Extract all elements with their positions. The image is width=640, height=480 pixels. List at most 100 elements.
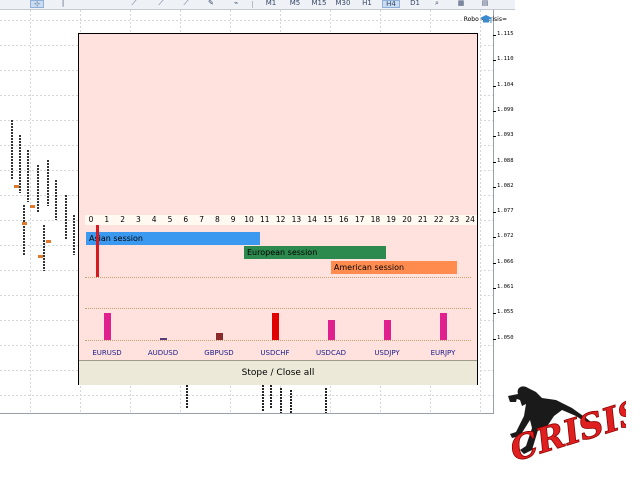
- hour-label: 21: [418, 215, 428, 224]
- crosshair-tool-button[interactable]: ⊹: [30, 0, 44, 8]
- trade-mark: [43, 225, 45, 271]
- trade-mark: [23, 205, 25, 255]
- hour-label: 5: [167, 215, 173, 224]
- crisis-logo: CRISIS: [505, 386, 626, 470]
- timeframe-d1-button[interactable]: D1: [406, 0, 424, 8]
- strength-bar-usdchf: [272, 312, 279, 340]
- trade-mark: [65, 195, 67, 239]
- trade-mark: [290, 390, 292, 413]
- hour-label: 13: [291, 215, 302, 224]
- hour-label: 15: [323, 215, 333, 224]
- price-label: 1.066: [497, 258, 514, 265]
- terminal-toolbar: ⊹ | ⟋ ⟋ ⟋ ✎ ⌁ M1 M5 M15 M30 H1 H4 D1 ⌕ ▦ ▤: [0, 0, 515, 10]
- hour-label: 12: [275, 215, 286, 224]
- price-label: 1.088: [497, 157, 514, 164]
- trade-arrow: [46, 240, 51, 243]
- price-scale: 1.115 1.110 1.104 1.099 1.093 1.088 1.082 1.077…: [493, 10, 523, 413]
- timeframe-h1-button[interactable]: H1: [358, 0, 376, 8]
- hour-label: 20: [402, 215, 412, 224]
- trade-arrow: [30, 205, 35, 208]
- price-tick: [493, 110, 496, 112]
- price-label: 1.072: [497, 233, 514, 240]
- guide-line: [85, 340, 471, 341]
- hour-label: 11: [260, 215, 270, 224]
- symbol-label-audusd: AUDUSD: [147, 349, 179, 357]
- price-label: 1.099: [497, 106, 514, 113]
- channel-tool-button[interactable]: ⟋: [155, 0, 167, 8]
- grid-icon[interactable]: ▦: [456, 0, 466, 8]
- price-label: 1.061: [497, 284, 514, 290]
- strength-bar-usdjpy: [384, 320, 391, 340]
- session-strength-panel: 0 1 2 3 4 5 6 7 8 9 10 11 12 13 14 15 16 17 18 19 20 21 22 23 24…: [78, 33, 478, 385]
- strength-bar-usdcad: [328, 320, 335, 340]
- hour-label: 16: [339, 215, 349, 224]
- stop-close-all-button[interactable]: Stope / Close all: [79, 360, 477, 385]
- timeframe-h4-button[interactable]: H4: [382, 0, 400, 8]
- price-label: 1.110: [497, 56, 514, 63]
- trade-mark: [47, 160, 49, 206]
- hour-label: 24: [465, 215, 475, 224]
- trade-mark: [186, 382, 188, 408]
- trendline-tool-button[interactable]: ⟋: [128, 0, 140, 8]
- timeframe-m30-button[interactable]: M30: [334, 0, 352, 8]
- price-tick: [493, 85, 496, 87]
- price-tick: [493, 212, 496, 214]
- hour-label: 0: [88, 215, 94, 224]
- price-tick: [493, 186, 496, 188]
- arrow-tool-button[interactable]: ⌁: [230, 0, 242, 8]
- price-label: 1.055: [497, 309, 514, 316]
- strength-bar-eurjpy: [440, 312, 447, 340]
- symbol-label-usdjpy: USDJPY: [374, 349, 400, 357]
- timeframe-m15-button[interactable]: M15: [310, 0, 328, 8]
- symbol-label-eurjpy: EURJPY: [430, 349, 456, 357]
- session-bar: European session: [244, 246, 387, 259]
- symbol-label-gbpusd: GBPUSD: [204, 349, 234, 357]
- price-tick: [493, 35, 496, 36]
- hour-label: 9: [230, 215, 236, 224]
- strength-bar-audusd: [160, 338, 167, 340]
- hour-label: 14: [307, 215, 317, 224]
- line-tool-button[interactable]: |: [58, 0, 68, 8]
- trade-mark: [280, 388, 282, 413]
- text-tool-button[interactable]: ✎: [205, 0, 217, 8]
- hours-scale: 0 1 2 3 4 5 6 7 8 9 10 11 12 13 14 15 16 17 18 19 20 21 22 23 24: [85, 215, 477, 225]
- trade-mark: [37, 165, 39, 213]
- hour-label: 22: [433, 215, 444, 224]
- hour-label: 3: [136, 215, 141, 224]
- timeframe-m5-button[interactable]: M5: [286, 0, 304, 8]
- hour-label: 7: [199, 215, 204, 224]
- symbol-label-usdcad: USDCAD: [315, 349, 347, 357]
- price-tick: [493, 237, 496, 239]
- trade-arrow: [14, 185, 19, 188]
- price-label: 1.093: [497, 132, 514, 139]
- price-label: 1.082: [497, 182, 514, 189]
- template-icon[interactable]: ▤: [480, 0, 490, 8]
- symbol-label-eurusd: EURUSD: [92, 349, 122, 357]
- zoom-in-icon[interactable]: ⌕: [432, 0, 442, 8]
- strength-bar-gbpusd: [216, 332, 223, 340]
- guide-line: [85, 308, 471, 309]
- price-label: 1.050: [497, 334, 514, 341]
- session-bar: American session: [330, 261, 458, 274]
- trade-mark: [325, 388, 327, 413]
- timeframe-m1-button[interactable]: M1: [262, 0, 280, 8]
- trade-arrow: [38, 255, 43, 258]
- hour-label: 19: [386, 215, 396, 224]
- price-label: 1.104: [497, 81, 514, 88]
- price-tick: [493, 136, 496, 138]
- price-tick: [493, 288, 496, 289]
- hour-label: 4: [151, 215, 157, 224]
- trade-arrow: [22, 222, 27, 225]
- price-tick: [493, 60, 496, 62]
- fibo-tool-button[interactable]: ⟋: [180, 0, 192, 8]
- hour-label: 23: [449, 215, 460, 224]
- price-label: 1.115: [497, 31, 514, 37]
- strength-bar-eurusd: [104, 312, 111, 340]
- hour-label: 8: [215, 215, 220, 224]
- trade-mark: [262, 385, 264, 411]
- trade-mark: [11, 120, 13, 180]
- price-tick: [493, 161, 496, 163]
- hour-label: 1: [104, 215, 110, 224]
- graduation-hat-icon: [480, 15, 492, 23]
- hour-label: 2: [120, 215, 125, 224]
